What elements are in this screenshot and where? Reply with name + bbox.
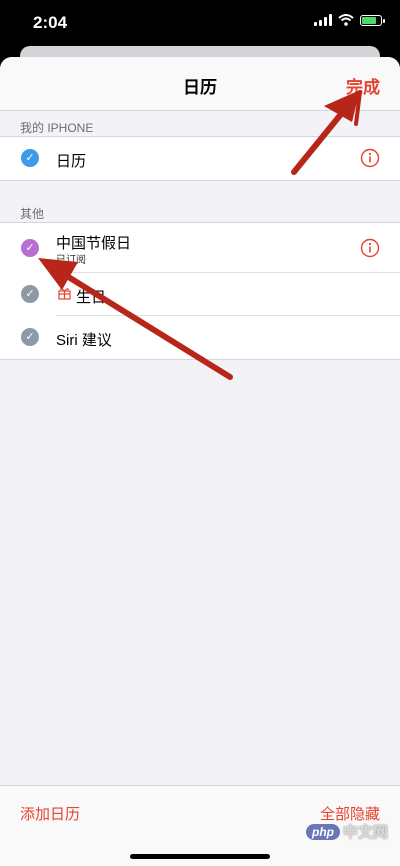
watermark-logo: php [305, 823, 340, 840]
checkmark-icon[interactable]: ✓ [21, 328, 39, 346]
holidays-label: 中国节假日 [56, 235, 132, 252]
status-time: 2:04 [33, 13, 68, 32]
info-icon[interactable] [360, 148, 380, 168]
home-indicator[interactable] [130, 854, 270, 859]
checkmark-icon[interactable]: ✓ [21, 239, 39, 257]
add-calendar-button[interactable]: 添加日历 [20, 803, 80, 824]
section-header-other: 其他 [20, 207, 45, 221]
siri-suggestions-label: Siri 建议 [56, 332, 112, 349]
my-iphone-group: ✓ 日历 [0, 136, 400, 181]
info-icon[interactable] [360, 238, 380, 258]
other-group: ✓ 中国节假日 已订阅 ✓ 生日 ✓ Siri 建议 [0, 222, 400, 360]
signal-icon [314, 14, 332, 26]
watermark: php 中文网 [305, 821, 388, 842]
watermark-text: 中文网 [342, 824, 388, 841]
status-icons [314, 14, 385, 26]
battery-icon [360, 14, 385, 26]
calendar-row-birthdays[interactable]: ✓ 生日 [0, 273, 400, 316]
calendar-row-holidays[interactable]: ✓ 中国节假日 已订阅 [0, 223, 400, 273]
gift-icon [58, 288, 71, 300]
done-button[interactable]: 完成 [346, 73, 380, 98]
calendar-label: 日历 [56, 153, 87, 170]
section-header-my-iphone: 我的 IPHONE [20, 121, 94, 135]
page-title: 日历 [183, 78, 217, 97]
calendar-row-siri-suggestions[interactable]: ✓ Siri 建议 [0, 316, 400, 359]
holidays-subtitle: 已订阅 [56, 255, 86, 266]
nav-bar: 日历 完成 [0, 57, 400, 111]
calendar-row-calendar[interactable]: ✓ 日历 [0, 137, 400, 180]
checkmark-icon[interactable]: ✓ [21, 149, 39, 167]
wifi-icon [338, 14, 354, 26]
status-bar: 2:04 [0, 0, 400, 46]
calendar-sheet: 日历 完成 我的 IPHONE ✓ 日历 其他 ✓ 中国节假日 已订阅 ✓ 生日… [0, 57, 400, 865]
birthdays-label: 生日 [76, 289, 107, 306]
checkmark-icon[interactable]: ✓ [21, 285, 39, 303]
